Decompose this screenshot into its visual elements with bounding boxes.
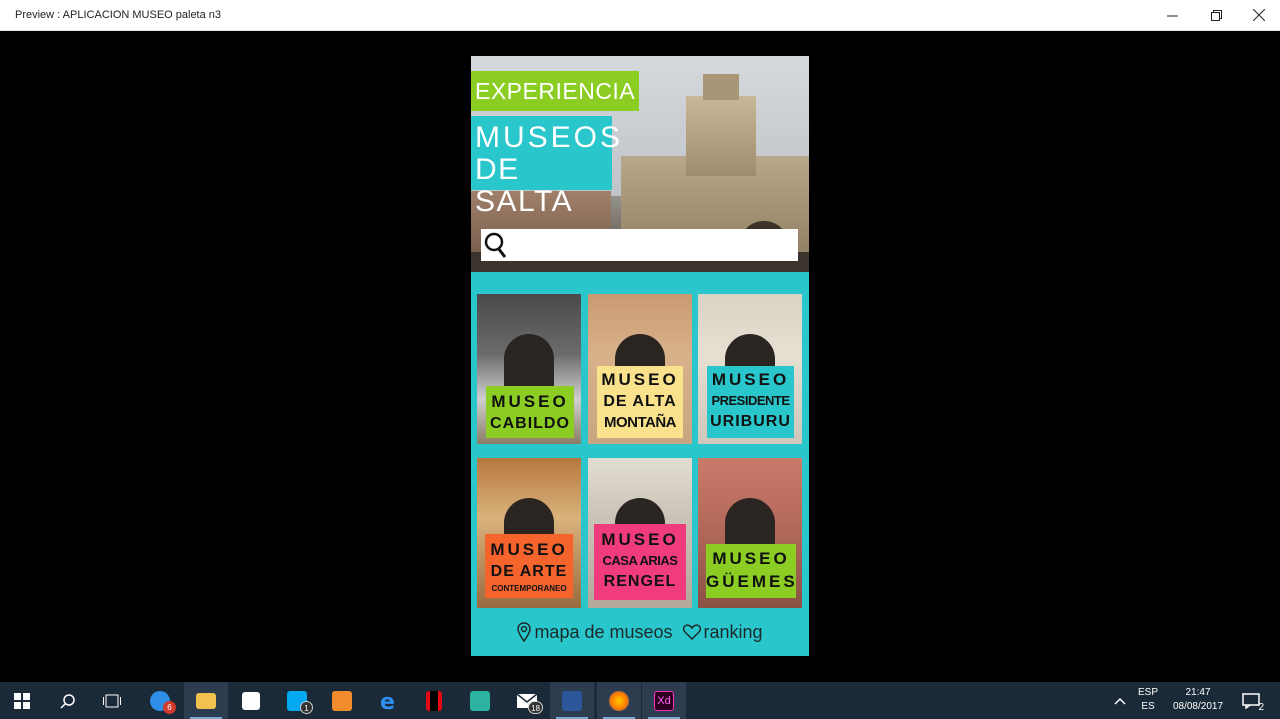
clock-time: 21:47 <box>1185 687 1211 698</box>
minimize-button[interactable] <box>1150 0 1194 30</box>
language-line2: ES <box>1141 701 1155 712</box>
close-icon <box>1253 9 1265 21</box>
language-line1: ESP <box>1137 687 1158 698</box>
map-pin-icon <box>517 622 532 642</box>
header-experiencia: EXPERIENCIA <box>471 71 640 111</box>
search-icon <box>60 693 75 709</box>
museum-label-line: MUSEO <box>490 540 568 559</box>
language-indicator[interactable]: ESP ES <box>1134 682 1162 719</box>
museum-label: MUSEO PRESIDENTE URIBURU <box>707 366 794 438</box>
museum-label-line: MUSEO <box>601 530 679 549</box>
museum-label-line: MUSEO <box>711 370 790 389</box>
app-screen: EXPERIENCIA MUSEOS DE SALTA MUSEO CABILD… <box>471 56 809 656</box>
restore-icon <box>1210 9 1222 21</box>
museum-label-line: CABILDO <box>490 415 570 432</box>
taskbar-word[interactable] <box>550 682 594 719</box>
taskbar: 6 1 e 18 Xd ESP ES 21:47 08/08/2017 2 <box>0 682 1280 719</box>
hero-tower <box>686 96 756 176</box>
close-button[interactable] <box>1237 0 1280 30</box>
media-icon <box>332 690 352 711</box>
search-icon <box>484 232 507 258</box>
museum-card-cabildo[interactable]: MUSEO CABILDO <box>477 294 581 444</box>
museum-label-line: URIBURU <box>710 413 791 430</box>
hero-tower-top <box>703 74 739 100</box>
museum-label-line: RENGEL <box>603 573 677 590</box>
taskbar-app-6[interactable]: 6 <box>138 682 182 719</box>
museum-label-line: DE ARTE <box>490 563 568 580</box>
notification-badge: 1 <box>300 701 313 714</box>
museum-label-line: CASA ARIAS <box>602 553 678 568</box>
taskbar-file-explorer[interactable] <box>184 682 228 719</box>
header-line-museos: MUSEOS <box>475 121 624 154</box>
ranking-link-label: ranking <box>703 621 763 642</box>
xd-icon-label: Xd <box>657 694 671 707</box>
museum-card-presidente-uriburu[interactable]: MUSEO PRESIDENTE URIBURU <box>698 294 802 444</box>
museum-label: MUSEO CASA ARIAS RENGEL <box>594 524 686 600</box>
museum-label-line: PRESIDENTE <box>711 393 790 408</box>
taskbar-media[interactable] <box>320 682 364 719</box>
museum-label-line: MONTAÑA <box>603 414 677 431</box>
search-input[interactable] <box>481 229 798 261</box>
taskbar-firefox[interactable] <box>597 682 641 719</box>
taskbar-mail[interactable]: 18 <box>505 682 549 719</box>
museum-label: MUSEO DE ALTA MONTAÑA <box>597 366 683 438</box>
museum-label-line: MUSEO <box>601 370 679 389</box>
museum-label: MUSEO GÜEMES <box>706 544 796 598</box>
museum-label-line: MUSEO <box>712 549 790 568</box>
header-line-de-salta: DE SALTA <box>475 153 574 218</box>
windows-icon <box>14 692 30 709</box>
window-titlebar: Preview : APLICACION MUSEO paleta n3 <box>0 0 1280 31</box>
museum-label-line: DE ALTA <box>603 393 677 410</box>
notification-badge: 18 <box>528 701 543 714</box>
window-title: Preview : APLICACION MUSEO paleta n3 <box>15 9 222 21</box>
store-icon <box>242 691 260 710</box>
xd-icon: Xd <box>654 690 674 711</box>
header-museos-de-salta: MUSEOS DE SALTA <box>471 116 624 218</box>
word-icon <box>562 690 582 711</box>
hero-image: EXPERIENCIA MUSEOS DE SALTA <box>471 56 809 272</box>
netflix-icon <box>426 690 442 711</box>
notification-icon <box>1242 692 1260 709</box>
museum-label-line: GÜEMES <box>706 572 798 591</box>
minimize-icon <box>1166 15 1178 16</box>
map-link[interactable]: mapa de museos <box>517 621 673 643</box>
clock-date: 08/08/2017 <box>1172 701 1224 712</box>
museum-label: MUSEO CABILDO <box>486 386 574 438</box>
notification-badge: 6 <box>163 701 176 714</box>
clock[interactable]: 21:47 08/08/2017 <box>1166 682 1230 719</box>
taskbar-health[interactable] <box>458 682 502 719</box>
taskbar-search-button[interactable] <box>46 682 90 719</box>
plus-icon <box>470 690 490 711</box>
museum-card-alta-montana[interactable]: MUSEO DE ALTA MONTAÑA <box>588 294 692 444</box>
chevron-up-icon <box>1114 697 1126 705</box>
heart-icon <box>682 624 701 640</box>
task-view-icon <box>103 694 121 707</box>
preview-stage: EXPERIENCIA MUSEOS DE SALTA MUSEO CABILD… <box>0 31 1280 682</box>
restore-button[interactable] <box>1194 0 1238 30</box>
museum-label-line: CONTEMPORANEO <box>491 584 567 593</box>
taskbar-edge[interactable]: e <box>367 682 411 719</box>
museum-label-line: MUSEO <box>491 392 569 411</box>
firefox-icon <box>609 690 629 711</box>
svg-text:e: e <box>380 690 395 712</box>
card-photo <box>504 334 554 394</box>
app-footer: mapa de museos ranking <box>471 616 809 648</box>
museum-card-casa-arias-rengel[interactable]: MUSEO CASA ARIAS RENGEL <box>588 458 692 608</box>
map-link-label: mapa de museos <box>534 621 673 642</box>
taskbar-store[interactable] <box>229 682 273 719</box>
museum-card-arte-contemporaneo[interactable]: MUSEO DE ARTE CONTEMPORANEO <box>477 458 581 608</box>
folder-icon <box>196 692 216 709</box>
taskbar-netflix[interactable] <box>412 682 456 719</box>
museum-label: MUSEO DE ARTE CONTEMPORANEO <box>485 534 573 598</box>
edge-icon: e <box>380 690 395 712</box>
museum-card-guemes[interactable]: MUSEO GÜEMES <box>698 458 802 608</box>
show-hidden-icons-button[interactable] <box>1110 682 1130 719</box>
start-button[interactable] <box>0 682 44 719</box>
taskbar-skype[interactable]: 1 <box>275 682 319 719</box>
task-view-button[interactable] <box>90 682 134 719</box>
taskbar-xd[interactable]: Xd <box>642 682 686 719</box>
action-center-button[interactable]: 2 <box>1236 682 1266 719</box>
notification-badge: 2 <box>1258 702 1264 713</box>
ranking-link[interactable]: ranking <box>682 621 763 643</box>
